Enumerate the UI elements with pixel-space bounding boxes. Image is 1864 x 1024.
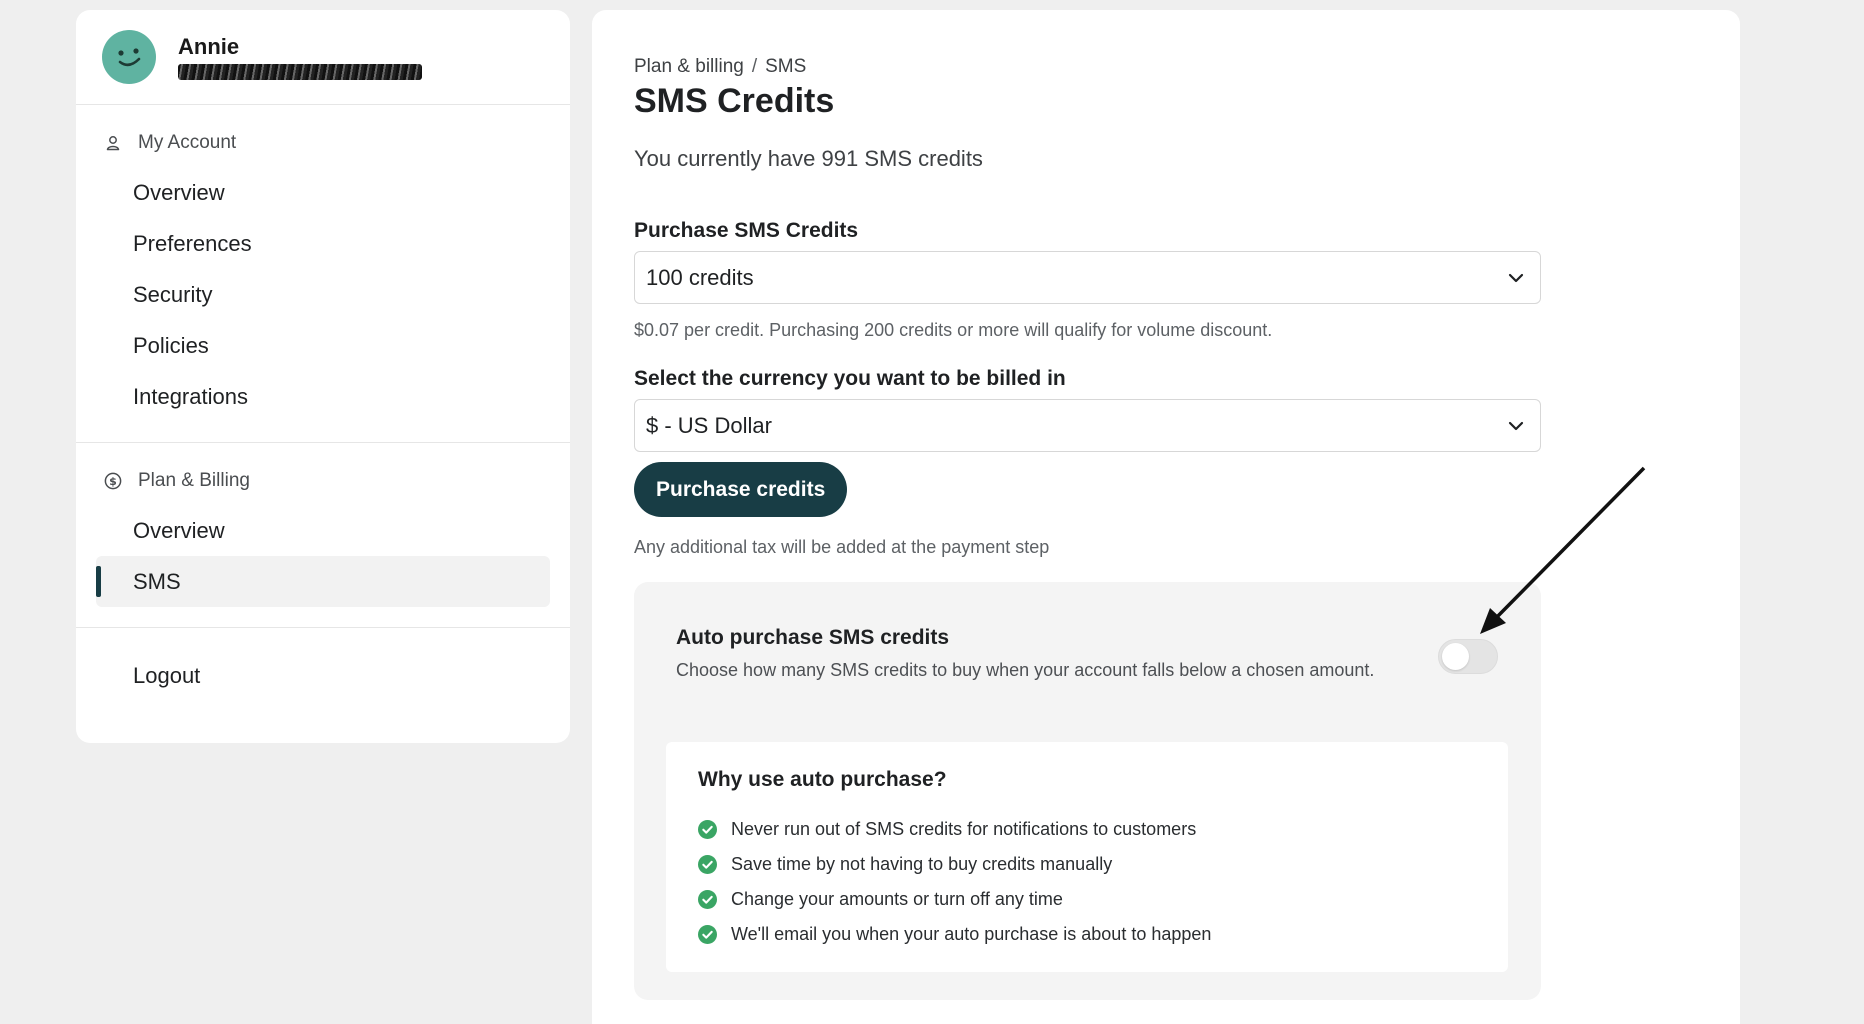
check-circle-icon xyxy=(698,855,717,874)
credit-balance-text: You currently have 991 SMS credits xyxy=(634,146,983,171)
breadcrumb-separator: / xyxy=(751,56,758,77)
list-item: We'll email you when your auto purchase … xyxy=(698,917,1211,952)
check-circle-icon xyxy=(698,925,717,944)
price-hint: $0.07 per credit. Purchasing 200 credits… xyxy=(634,320,1273,340)
profile-header: Annie xyxy=(76,10,570,105)
list-item: Save time by not having to buy credits m… xyxy=(698,847,1211,882)
section-title: My Account xyxy=(138,132,237,153)
toggle-knob xyxy=(1442,643,1469,670)
section-title: Plan & Billing xyxy=(138,470,250,491)
auto-purchase-title: Auto purchase SMS credits xyxy=(676,626,950,649)
user-icon xyxy=(104,134,122,152)
chevron-down-icon xyxy=(1508,421,1524,431)
currency-select[interactable]: $ - US Dollar xyxy=(634,399,1541,452)
page-title: SMS Credits xyxy=(634,82,835,120)
currency-value: $ - US Dollar xyxy=(646,412,772,438)
breadcrumb: Plan & billing / SMS xyxy=(634,56,806,78)
sidebar-item-integrations[interactable]: Integrations xyxy=(96,371,550,422)
sidebar-item-policies[interactable]: Policies xyxy=(96,320,550,371)
sidebar-item-preferences[interactable]: Preferences xyxy=(96,218,550,269)
smiley-face-icon xyxy=(118,48,141,67)
auto-purchase-card: Auto purchase SMS credits Choose how man… xyxy=(634,582,1541,1000)
profile-email-redacted xyxy=(178,64,422,80)
why-title: Why use auto purchase? xyxy=(698,768,947,791)
currency-label: Select the currency you want to be bille… xyxy=(634,367,1066,390)
main-panel: Plan & billing / SMS SMS Credits You curre… xyxy=(592,10,1740,1024)
auto-purchase-description: Choose how many SMS credits to buy when … xyxy=(676,660,1375,680)
chevron-down-icon xyxy=(1508,273,1524,283)
benefit-text: Save time by not having to buy credits m… xyxy=(731,854,1113,874)
dollar-circle-icon: $ xyxy=(104,472,122,490)
auto-purchase-toggle[interactable] xyxy=(1438,639,1498,674)
check-circle-icon xyxy=(698,890,717,909)
profile-name: Annie xyxy=(178,34,240,59)
sidebar-item-account-overview[interactable]: Overview xyxy=(96,167,550,218)
sidebar-item-security[interactable]: Security xyxy=(96,269,550,320)
account-nav-section: My Account Overview Preferences Security… xyxy=(76,105,570,443)
logout-button[interactable]: Logout xyxy=(96,650,550,701)
section-head-plan-billing: $ Plan & Billing xyxy=(76,467,570,495)
svg-text:$: $ xyxy=(109,475,117,488)
tax-note: Any additional tax will be added at the … xyxy=(634,537,1050,557)
benefit-text: Change your amounts or turn off any time xyxy=(731,889,1063,909)
purchase-credits-label: Purchase SMS Credits xyxy=(634,219,859,242)
credits-amount-select[interactable]: 100 credits xyxy=(634,251,1541,304)
purchase-credits-button[interactable]: Purchase credits xyxy=(634,462,848,517)
list-item: Never run out of SMS credits for notific… xyxy=(698,812,1211,847)
sidebar-item-sms[interactable]: SMS xyxy=(96,556,550,607)
credits-amount-value: 100 credits xyxy=(646,264,754,290)
list-item: Change your amounts or turn off any time xyxy=(698,882,1211,917)
benefits-list: Never run out of SMS credits for notific… xyxy=(698,812,1211,952)
sidebar: Annie My Account Overview Preferences Se… xyxy=(76,10,570,743)
billing-nav-section: $ Plan & Billing Overview SMS xyxy=(76,443,570,628)
breadcrumb-parent-link[interactable]: Plan & billing xyxy=(634,56,744,77)
sidebar-item-billing-overview[interactable]: Overview xyxy=(96,505,550,556)
section-head-my-account: My Account xyxy=(76,129,570,157)
why-auto-purchase-box: Why use auto purchase? Never run out of … xyxy=(666,742,1508,972)
breadcrumb-current: SMS xyxy=(765,56,807,77)
avatar xyxy=(102,30,156,84)
check-circle-icon xyxy=(698,820,717,839)
benefit-text: Never run out of SMS credits for notific… xyxy=(731,819,1197,839)
benefit-text: We'll email you when your auto purchase … xyxy=(731,924,1212,944)
